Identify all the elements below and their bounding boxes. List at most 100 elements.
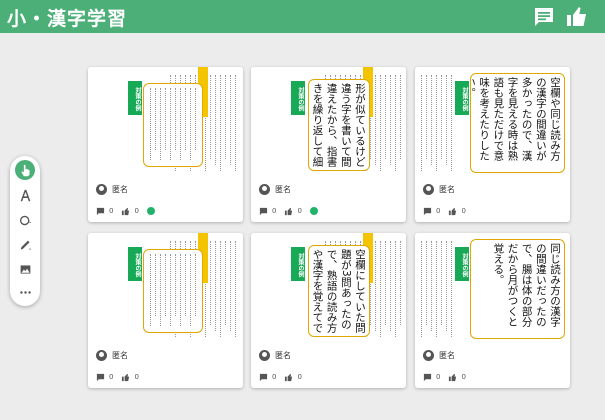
text-line bbox=[150, 88, 153, 160]
text-line bbox=[225, 75, 228, 159]
app-bar: 小・漢字学習 bbox=[0, 0, 605, 33]
comment-count-icon[interactable] bbox=[259, 373, 268, 382]
like-count-icon[interactable] bbox=[121, 207, 130, 216]
like-count-icon[interactable] bbox=[448, 207, 457, 216]
countermeasure-tag: 対策の例 bbox=[291, 81, 305, 115]
text-line bbox=[185, 88, 188, 150]
text-line bbox=[436, 241, 439, 337]
like-count-icon[interactable] bbox=[284, 373, 293, 382]
answer-box: 空欄にしていた問題が3問あったので、熟語の読み方や漢字を覚えてできるように漢字の… bbox=[308, 245, 370, 337]
text-line bbox=[441, 241, 444, 325]
avatar-icon bbox=[96, 183, 107, 195]
author-row: 匿名 bbox=[259, 348, 291, 362]
shape-icon bbox=[19, 215, 31, 225]
text-line bbox=[170, 88, 173, 160]
text-line bbox=[210, 241, 213, 325]
text-line bbox=[390, 241, 393, 331]
comment-count: 0 bbox=[436, 207, 441, 215]
author-row: 匿名 bbox=[96, 348, 128, 362]
post-card[interactable]: 対策の例形が似ているけど違う字を書いて間違えたから、指書きを繰り返して細かいとこ… bbox=[251, 67, 406, 222]
text-line bbox=[195, 88, 198, 150]
text-line bbox=[170, 254, 173, 326]
text-line bbox=[380, 75, 383, 171]
comment-count-icon[interactable] bbox=[259, 207, 268, 216]
text-line bbox=[426, 75, 429, 159]
text-line bbox=[155, 254, 158, 316]
post-card[interactable]: 対策の例 匿名 0 0 bbox=[88, 67, 243, 222]
author-name: 匿名 bbox=[112, 350, 128, 360]
shape-tool-button[interactable] bbox=[15, 210, 35, 230]
like-icon[interactable] bbox=[565, 5, 589, 29]
text-line bbox=[451, 241, 454, 337]
like-count-icon[interactable] bbox=[448, 373, 457, 382]
text-line bbox=[431, 241, 434, 331]
text-line bbox=[220, 241, 223, 337]
like-count: 0 bbox=[461, 373, 466, 381]
pointer-tool-button[interactable] bbox=[15, 160, 35, 180]
comment-count: 0 bbox=[272, 373, 277, 381]
text-line bbox=[235, 75, 238, 171]
text-line bbox=[180, 254, 183, 326]
text-line bbox=[185, 254, 188, 316]
post-card[interactable]: 対策の例 空欄や同じ読み方の漢字の間違いが多かったので、漢字を見える時は熟語も見た… bbox=[415, 67, 570, 222]
post-card[interactable]: 対策の例匿名 0 0 bbox=[88, 233, 243, 388]
text-line bbox=[395, 75, 398, 171]
worksheet-image: 対策の例 bbox=[88, 67, 243, 175]
text-line bbox=[446, 241, 449, 331]
avatar-icon bbox=[423, 349, 434, 361]
like-count: 0 bbox=[297, 207, 302, 215]
answer-box: 空欄や同じ読み方の漢字の間違いが多かったので、漢字を見える時は熟語も見ただけで意… bbox=[470, 73, 565, 173]
text-line bbox=[150, 254, 153, 326]
author-name: 匿名 bbox=[275, 350, 291, 360]
text-line bbox=[225, 241, 228, 325]
card-stats: 00 bbox=[96, 371, 147, 383]
worksheet-image: 対策の例 bbox=[88, 233, 243, 341]
card-stats: 00 bbox=[259, 205, 318, 217]
app-title: 小・漢字学習 bbox=[7, 8, 128, 30]
pen-tool-button[interactable] bbox=[15, 235, 35, 255]
text-tool-button[interactable] bbox=[15, 185, 35, 205]
card-stats: 00 bbox=[423, 371, 474, 383]
text-line bbox=[385, 241, 388, 325]
post-card[interactable]: 対策の例空欄にしていた問題が3問あったので、熟語の読み方や漢字を覚えてできるよう… bbox=[251, 233, 406, 388]
countermeasure-tag: 対策の例 bbox=[291, 247, 305, 281]
like-count-icon[interactable] bbox=[284, 207, 293, 216]
text-line bbox=[230, 241, 233, 331]
answer-box bbox=[143, 249, 203, 333]
image-tool-button[interactable] bbox=[15, 259, 35, 279]
reaction-icon[interactable] bbox=[309, 207, 318, 215]
hand-pointer-icon bbox=[20, 164, 30, 176]
text-line bbox=[210, 75, 213, 159]
reaction-icon[interactable] bbox=[146, 207, 155, 215]
more-icon bbox=[19, 290, 31, 294]
text-line bbox=[190, 254, 193, 326]
comment-count-icon[interactable] bbox=[96, 207, 105, 216]
text-line bbox=[385, 75, 388, 159]
countermeasure-tag: 対策の例 bbox=[455, 247, 469, 281]
like-count: 0 bbox=[134, 373, 139, 381]
text-line bbox=[160, 254, 163, 326]
text-line bbox=[165, 254, 168, 316]
author-row: 匿名 bbox=[96, 182, 128, 196]
comment-count-icon[interactable] bbox=[423, 207, 432, 216]
answer-box: 同じ読み方の漢字の間違いだったので、腸は体の部分だから月がつくと覚える。 bbox=[470, 239, 565, 339]
like-count: 0 bbox=[134, 207, 139, 215]
countermeasure-tag: 対策の例 bbox=[128, 81, 142, 115]
avatar-icon bbox=[259, 183, 270, 195]
text-line bbox=[235, 241, 238, 337]
text-line bbox=[220, 75, 223, 171]
like-count-icon[interactable] bbox=[121, 373, 130, 382]
text-line bbox=[160, 88, 163, 160]
text-line bbox=[175, 254, 178, 316]
text-line bbox=[431, 75, 434, 165]
text-icon bbox=[20, 189, 30, 201]
more-tools-button[interactable] bbox=[15, 282, 35, 302]
text-line bbox=[400, 75, 403, 159]
comment-count-icon[interactable] bbox=[96, 373, 105, 382]
avatar-icon bbox=[423, 183, 434, 195]
comment-icon[interactable] bbox=[532, 5, 556, 29]
comment-count-icon[interactable] bbox=[423, 373, 432, 382]
avatar-icon bbox=[259, 349, 270, 361]
post-card[interactable]: 対策の例 同じ読み方の漢字の間違いだったので、腸は体の部分だから月がつくと覚える。… bbox=[415, 233, 570, 388]
text-line bbox=[375, 75, 378, 165]
